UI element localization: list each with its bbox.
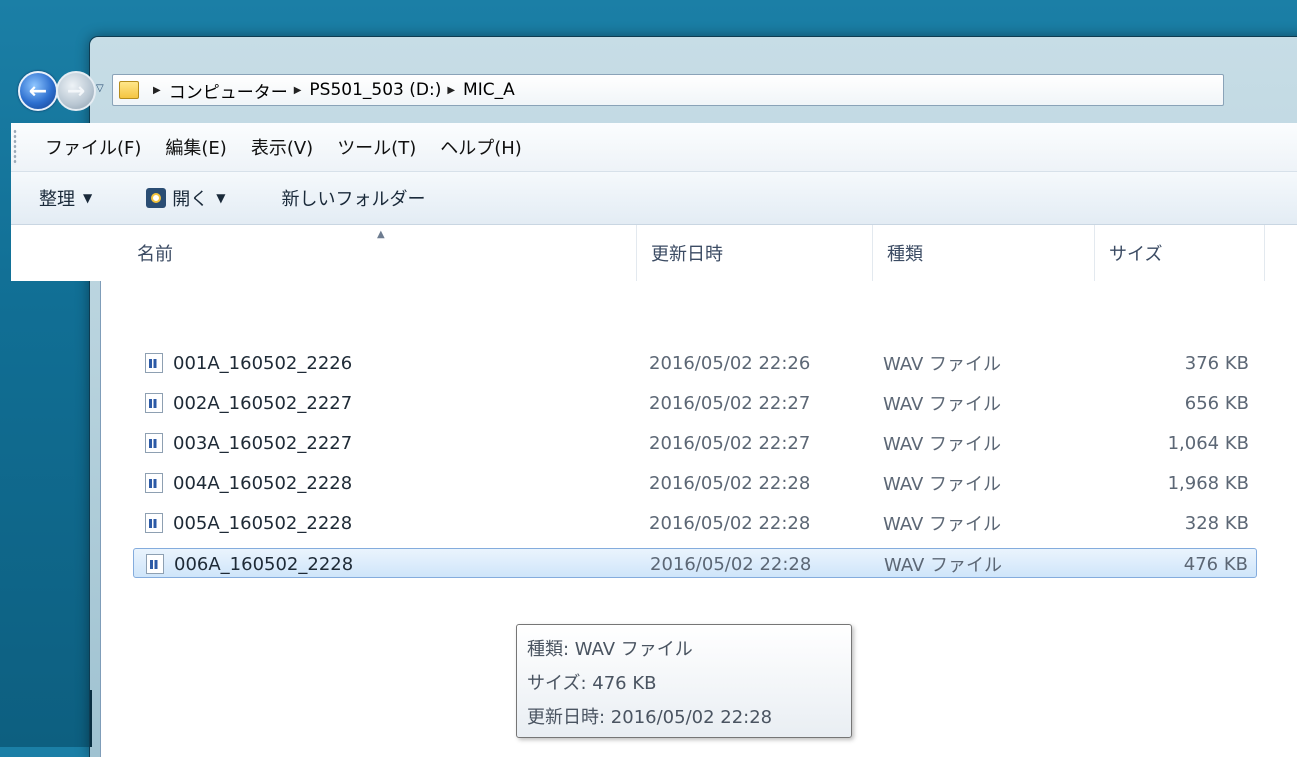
tooltip-size: サイズ: 476 KB bbox=[527, 673, 657, 694]
new-folder-label: 新しいフォルダー bbox=[281, 189, 426, 210]
file-row[interactable]: 004A_160502_2228 2016/05/02 22:28 WAV ファ… bbox=[133, 468, 1257, 498]
file-row[interactable]: 002A_160502_2227 2016/05/02 22:27 WAV ファ… bbox=[133, 388, 1257, 418]
back-button[interactable]: ← bbox=[18, 71, 58, 111]
file-type: WAV ファイル bbox=[883, 474, 1002, 495]
menu-view[interactable]: 表示(V) bbox=[251, 134, 313, 160]
breadcrumb-separator-icon[interactable]: ▶ bbox=[153, 85, 161, 96]
file-date: 2016/05/02 22:28 bbox=[649, 472, 811, 494]
file-size: 1,064 KB bbox=[1167, 432, 1249, 454]
chevron-down-icon: ▽ bbox=[96, 83, 104, 94]
open-label: 開く bbox=[172, 189, 209, 210]
column-header-size[interactable]: サイズ bbox=[1095, 225, 1265, 281]
window-edge bbox=[90, 690, 92, 747]
new-folder-button[interactable]: 新しいフォルダー bbox=[281, 185, 425, 211]
breadcrumb-separator-icon[interactable]: ▶ bbox=[294, 85, 302, 96]
column-date-label: 更新日時 bbox=[651, 244, 723, 265]
file-info-tooltip: 種類: WAV ファイル サイズ: 476 KB 更新日時: 2016/05/0… bbox=[516, 624, 852, 738]
folder-icon bbox=[119, 81, 139, 99]
wav-file-icon bbox=[146, 554, 164, 574]
file-row-selected[interactable]: 006A_160502_2228 2016/05/02 22:28 WAV ファ… bbox=[133, 548, 1257, 578]
file-list: 001A_160502_2226 2016/05/02 22:26 WAV ファ… bbox=[133, 348, 1257, 588]
file-size: 1,968 KB bbox=[1167, 472, 1249, 494]
organize-button[interactable]: 整理 ▼ bbox=[39, 185, 92, 211]
file-date: 2016/05/02 22:27 bbox=[649, 432, 811, 454]
file-type: WAV ファイル bbox=[883, 514, 1002, 535]
file-date: 2016/05/02 22:27 bbox=[649, 392, 811, 414]
file-size: 476 KB bbox=[1183, 553, 1248, 575]
media-player-icon bbox=[146, 188, 167, 208]
wav-file-icon bbox=[145, 513, 163, 533]
column-header-date[interactable]: 更新日時 bbox=[637, 225, 873, 281]
back-arrow-icon: ← bbox=[28, 78, 48, 104]
file-name: 003A_160502_2227 bbox=[173, 432, 353, 454]
file-row[interactable]: 001A_160502_2226 2016/05/02 22:26 WAV ファ… bbox=[133, 348, 1257, 378]
file-type: WAV ファイル bbox=[883, 354, 1002, 375]
wav-file-icon bbox=[145, 353, 163, 373]
file-date: 2016/05/02 22:28 bbox=[649, 512, 811, 534]
menu-bar: ファイル(F) 編集(E) 表示(V) ツール(T) ヘルプ(H) bbox=[11, 123, 1297, 172]
file-date: 2016/05/02 22:26 bbox=[649, 352, 811, 374]
tooltip-type: 種類: WAV ファイル bbox=[527, 639, 693, 660]
file-size: 328 KB bbox=[1184, 512, 1249, 534]
forward-button[interactable]: → bbox=[56, 71, 96, 111]
chevron-down-icon: ▼ bbox=[83, 191, 93, 205]
toolbar-grip[interactable] bbox=[13, 129, 17, 165]
column-type-label: 種類 bbox=[887, 244, 923, 265]
tooltip-date: 更新日時: 2016/05/02 22:28 bbox=[527, 707, 773, 728]
menu-edit[interactable]: 編集(E) bbox=[165, 134, 226, 160]
column-headers: 名前 ▲ 更新日時 種類 サイズ bbox=[11, 225, 1297, 281]
address-bar[interactable]: ▶ コンピューター ▶ PS501_503 (D:) ▶ MIC_A bbox=[112, 74, 1224, 106]
file-name: 001A_160502_2226 bbox=[173, 352, 353, 374]
file-type: WAV ファイル bbox=[884, 555, 1003, 576]
file-name: 006A_160502_2228 bbox=[174, 553, 354, 575]
column-name-label: 名前 bbox=[137, 244, 173, 265]
breadcrumb-drive[interactable]: PS501_503 (D:) bbox=[309, 80, 441, 100]
file-type: WAV ファイル bbox=[883, 434, 1002, 455]
menu-help[interactable]: ヘルプ(H) bbox=[440, 134, 522, 160]
file-date: 2016/05/02 22:28 bbox=[650, 553, 812, 575]
column-size-label: サイズ bbox=[1109, 244, 1163, 265]
sort-ascending-icon: ▲ bbox=[377, 229, 385, 240]
wav-file-icon bbox=[145, 433, 163, 453]
menu-file[interactable]: ファイル(F) bbox=[45, 134, 141, 160]
chevron-down-icon: ▼ bbox=[216, 191, 226, 205]
file-size: 376 KB bbox=[1184, 352, 1249, 374]
navigation-bar: ← → ▽ ▶ コンピューター ▶ PS501_503 (D:) ▶ MIC_A bbox=[18, 69, 1224, 111]
open-button[interactable]: 開く ▼ bbox=[146, 185, 225, 211]
organize-label: 整理 bbox=[39, 189, 75, 210]
file-row[interactable]: 005A_160502_2228 2016/05/02 22:28 WAV ファ… bbox=[133, 508, 1257, 538]
menu-tools[interactable]: ツール(T) bbox=[337, 134, 416, 160]
file-size: 656 KB bbox=[1184, 392, 1249, 414]
file-type: WAV ファイル bbox=[883, 394, 1002, 415]
wav-file-icon bbox=[145, 393, 163, 413]
command-bar: 整理 ▼ 開く ▼ 新しいフォルダー bbox=[11, 172, 1297, 225]
forward-arrow-icon: → bbox=[66, 78, 86, 104]
wav-file-icon bbox=[145, 473, 163, 493]
recent-pages-button[interactable]: ▽ bbox=[96, 83, 104, 94]
file-name: 004A_160502_2228 bbox=[173, 472, 353, 494]
breadcrumb-separator-icon[interactable]: ▶ bbox=[447, 85, 455, 96]
breadcrumb-folder[interactable]: MIC_A bbox=[463, 80, 515, 100]
file-name: 005A_160502_2228 bbox=[173, 512, 353, 534]
breadcrumb-computer[interactable]: コンピューター bbox=[169, 78, 288, 103]
column-header-type[interactable]: 種類 bbox=[873, 225, 1095, 281]
file-row[interactable]: 003A_160502_2227 2016/05/02 22:27 WAV ファ… bbox=[133, 428, 1257, 458]
file-name: 002A_160502_2227 bbox=[173, 392, 353, 414]
